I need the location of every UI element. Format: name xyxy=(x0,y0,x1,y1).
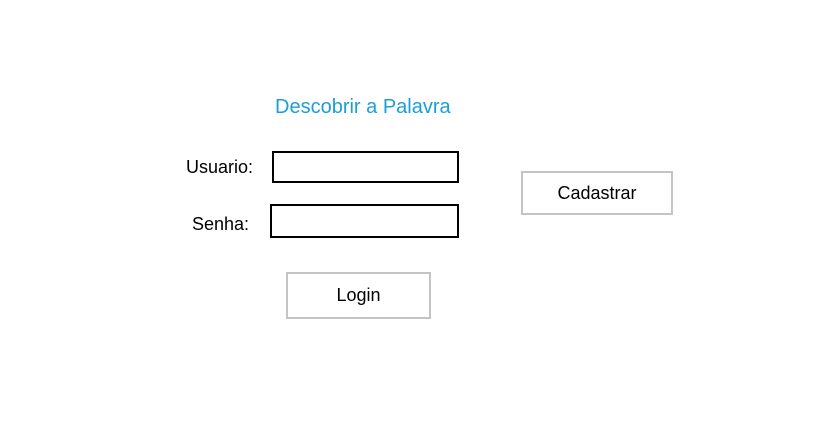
password-input[interactable] xyxy=(270,204,459,238)
login-button[interactable]: Login xyxy=(286,272,431,319)
password-label: Senha: xyxy=(192,214,250,234)
login-window: Descobrir a Palavra Usuario: Senha: Logi… xyxy=(0,0,835,440)
register-button[interactable]: Cadastrar xyxy=(521,171,673,215)
username-label: Usuario: xyxy=(186,157,254,177)
page-title: Descobrir a Palavra xyxy=(275,96,451,118)
username-input[interactable] xyxy=(272,151,459,183)
